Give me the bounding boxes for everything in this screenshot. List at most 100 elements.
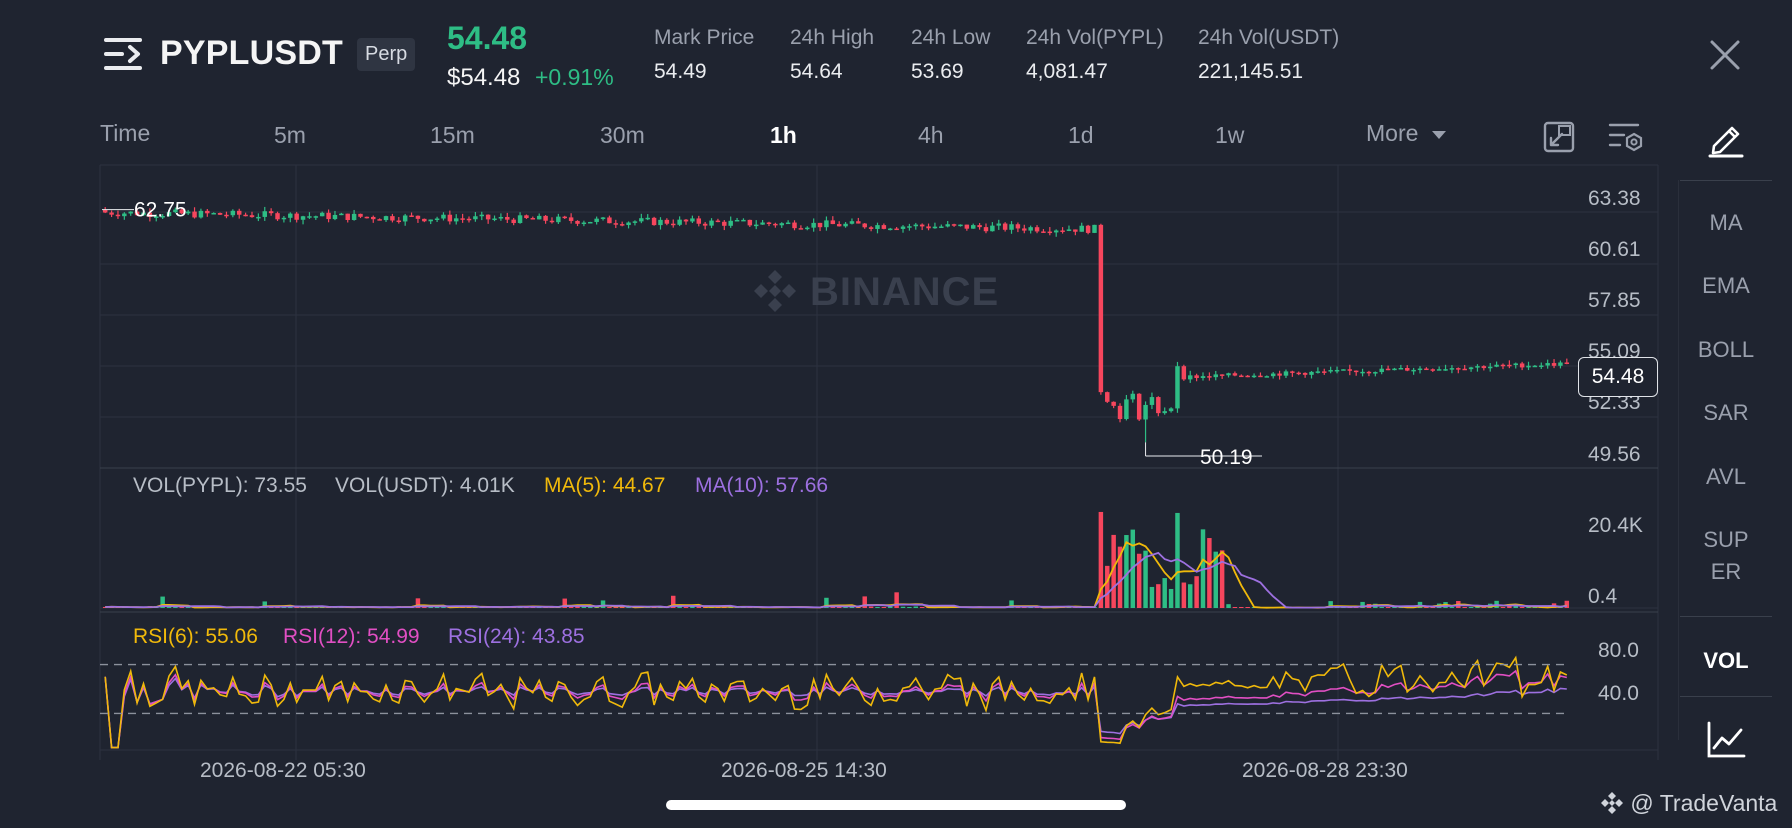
candle-body: [1315, 371, 1321, 373]
candle-body: [875, 225, 880, 229]
candle-body: [836, 224, 842, 227]
volume-bar: [1245, 607, 1250, 608]
candle-body: [1219, 374, 1225, 376]
candle-body: [1028, 227, 1033, 231]
volume-ma5-line: [105, 541, 1567, 609]
candle-body: [900, 226, 906, 229]
candle-body: [1462, 368, 1467, 371]
candle-body: [205, 210, 210, 214]
candle-body: [1181, 366, 1187, 380]
candle-body: [1079, 225, 1084, 232]
candle-body: [1022, 228, 1027, 231]
candle-body: [511, 219, 516, 224]
candle-body: [613, 223, 619, 225]
candle-body: [1143, 404, 1148, 420]
candle-body: [185, 211, 191, 214]
candle-body: [1149, 397, 1155, 405]
candle-body: [479, 214, 484, 217]
candle-body: [1558, 362, 1563, 366]
volume-bar: [1149, 586, 1155, 608]
rsi-legend-item: RSI(12): 54.99: [283, 625, 420, 648]
candle-body: [1085, 225, 1091, 233]
candle-body: [1302, 372, 1308, 375]
volume-bar: [166, 607, 172, 608]
candle-body: [230, 210, 236, 216]
candle-body: [690, 218, 695, 222]
volume-bar: [588, 607, 593, 608]
candle-body: [1341, 369, 1346, 371]
candle-body: [1283, 371, 1289, 376]
candle-body: [1168, 408, 1174, 412]
volume-bar: [913, 606, 919, 608]
candle-body: [964, 224, 970, 229]
candle-body: [422, 218, 427, 222]
candle-body: [645, 217, 650, 220]
candle-body: [792, 222, 797, 229]
candle-body: [1519, 363, 1525, 368]
candle-body: [568, 217, 574, 221]
candle-body: [441, 214, 446, 219]
candle-body: [1405, 368, 1410, 371]
volume-bar: [907, 607, 912, 608]
candle-body: [734, 219, 740, 222]
candle-body: [1417, 368, 1423, 371]
candle-body: [1200, 376, 1206, 378]
candle-body: [868, 227, 874, 229]
candle-body: [951, 224, 957, 226]
candle-body: [383, 216, 389, 221]
candle-body: [1551, 363, 1557, 366]
candle-body: [1385, 368, 1391, 371]
candle-body: [894, 228, 899, 231]
candle-body: [1309, 371, 1314, 375]
candle-body: [517, 215, 523, 224]
candle-body: [1060, 230, 1065, 232]
candle-body: [294, 213, 299, 220]
candle-body: [632, 221, 638, 223]
candle-body: [856, 221, 861, 224]
volume-bar: [1468, 607, 1474, 608]
candle-body: [1009, 224, 1014, 230]
candle-body: [1277, 373, 1282, 376]
candle-body: [524, 215, 529, 219]
candle-body: [1226, 373, 1231, 376]
volume-bar: [900, 606, 906, 608]
candle-body: [198, 210, 204, 218]
candle-body: [639, 218, 644, 222]
candle-body: [530, 218, 536, 220]
volume-bar: [1156, 584, 1161, 608]
price-axis-tick: 57.85: [1588, 289, 1641, 312]
candle-body: [1456, 368, 1461, 370]
volume-bar: [919, 607, 925, 608]
candle-body: [1047, 231, 1053, 234]
candle-body: [415, 215, 421, 219]
candle-body: [773, 223, 778, 226]
candle-body: [1015, 224, 1021, 229]
volume-bar: [1519, 607, 1525, 608]
high-marker-label: 62.75: [134, 199, 187, 222]
candle-body: [549, 220, 555, 223]
candle-body: [932, 226, 938, 229]
candle-body: [919, 224, 925, 227]
volume-bars: [102, 511, 1570, 608]
candle-body: [1328, 370, 1333, 372]
candle-body: [217, 212, 223, 215]
candle-body: [236, 210, 242, 215]
candle-body: [1053, 230, 1059, 233]
candle-body: [268, 211, 274, 214]
volume-bar: [881, 607, 887, 608]
candle-body: [677, 219, 682, 225]
candle-body: [658, 219, 663, 226]
brand-text: @ TradeVanta: [1630, 790, 1778, 816]
candle-body: [760, 222, 765, 225]
volume-legend-item: VOL(PYPL): 73.55: [133, 474, 307, 497]
candle-body: [1098, 224, 1104, 393]
candle-body: [460, 218, 465, 220]
candle-body: [1532, 365, 1538, 368]
chart-area[interactable]: 62.7550.1963.3860.6157.8555.0952.3349.56…: [0, 0, 1792, 790]
candle-body: [1436, 369, 1442, 371]
candle-body: [211, 212, 216, 215]
candle-body: [600, 217, 606, 219]
brand-watermark: @ TradeVanta: [1600, 790, 1777, 817]
candle-body: [913, 224, 919, 227]
candle-body: [1124, 399, 1129, 420]
